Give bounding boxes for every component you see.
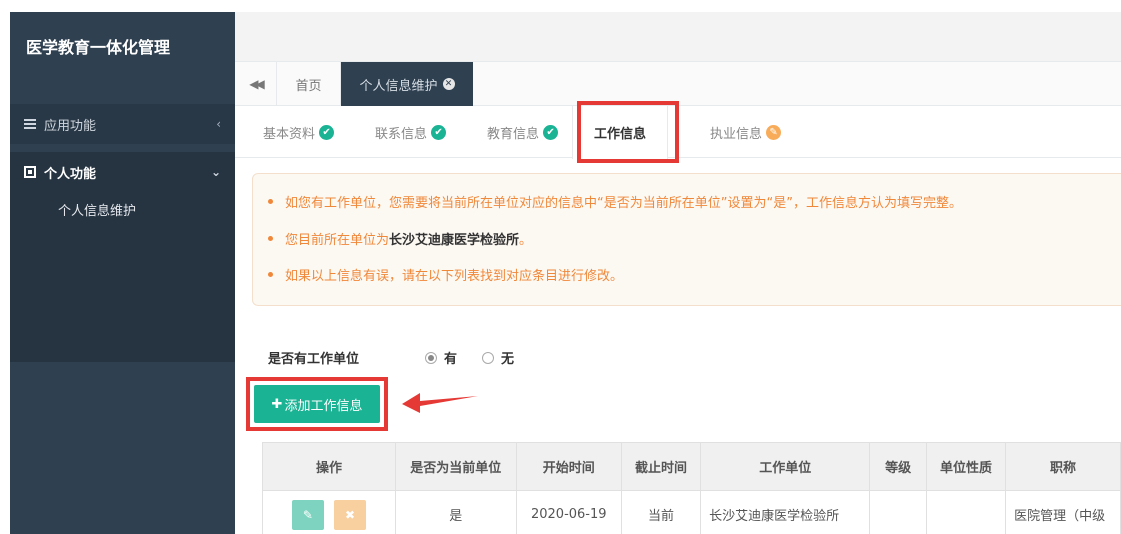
nav-group-label: 个人功能 xyxy=(44,166,97,182)
subtab-label: 教育信息 xyxy=(487,126,540,142)
col-header-start: 开始时间 xyxy=(515,442,622,491)
col-header-end: 截止时间 xyxy=(620,442,702,491)
row-actions: ✎ ✖ xyxy=(262,490,396,534)
info-subtabs: 基本资料 ✔ 联系信息 ✔ 教育信息 ✔ 工作信息 执业信息 ✎ xyxy=(235,106,1121,159)
col-header-nature: 单位性质 xyxy=(925,442,1007,491)
nav-group-head[interactable]: 个人功能 ⌄ xyxy=(10,152,235,192)
app-brand: 医学教育一体化管理 xyxy=(26,38,171,57)
cell-start-date: 2020-06-19 xyxy=(515,490,622,534)
close-icon[interactable]: ✕ xyxy=(442,78,455,90)
radio-has-unit-no[interactable]: 无 xyxy=(482,348,514,367)
page-tabs: ◀◀ 首页 个人信息维护 ✕ xyxy=(235,62,1121,106)
plus-icon: ✚ xyxy=(271,396,283,412)
tab-personal-info[interactable]: 个人信息维护 ✕ xyxy=(341,62,473,106)
col-header-action: 操作 xyxy=(262,442,396,491)
radio-label: 无 xyxy=(501,352,515,367)
subtab-education[interactable]: 教育信息 ✔ xyxy=(487,120,559,144)
pencil-icon: ✎ xyxy=(766,124,782,140)
check-icon: ✔ xyxy=(543,124,559,140)
cell-title: 医院管理（中级 xyxy=(1005,490,1121,534)
cell-end-date: 当前 xyxy=(620,490,702,534)
cell-level xyxy=(869,490,927,534)
sidebar: 医学教育一体化管理 应用功能 ‹ 个人功能 ⌄ 个人信息维护 xyxy=(10,12,235,534)
cell-is-current: 是 xyxy=(394,490,517,534)
arrow-annotation xyxy=(402,393,478,413)
sidebar-item-personal-info[interactable]: 个人信息维护 xyxy=(10,192,235,219)
col-header-unit: 工作单位 xyxy=(700,442,871,491)
table-header-row: 操作 是否为当前单位 开始时间 截止时间 工作单位 等级 单位性质 职称 xyxy=(262,442,1121,491)
radio-label: 有 xyxy=(444,352,458,367)
notice-suffix: 。 xyxy=(519,233,533,248)
notice-line: 如您有工作单位，您需要将当前所在单位对应的信息中“是否为当前所在单位”设置为“是… xyxy=(268,192,962,211)
col-header-is-current: 是否为当前单位 xyxy=(394,442,517,491)
delete-row-button[interactable]: ✖ xyxy=(334,499,367,530)
add-button-label: 添加工作信息 xyxy=(284,398,363,414)
has-work-unit-label: 是否有工作单位 xyxy=(268,352,360,367)
edit-row-button[interactable]: ✎ xyxy=(291,499,324,530)
radio-dot xyxy=(482,351,494,364)
notice-line: 您目前所在单位为长沙艾迪康医学检验所。 xyxy=(267,229,533,248)
radio-dot-selected xyxy=(425,351,437,364)
menu-icon xyxy=(24,119,36,129)
add-work-info-button[interactable]: ✚ 添加工作信息 xyxy=(254,385,380,423)
tab-personal-info-label: 个人信息维护 xyxy=(359,78,438,94)
check-icon: ✔ xyxy=(319,124,335,140)
chevron-left-icon: ‹ xyxy=(216,117,221,131)
arrow-left-icon xyxy=(402,393,478,413)
subtab-label: 执业信息 xyxy=(710,126,763,142)
notice-alert: 如您有工作单位，您需要将当前所在单位对应的信息中“是否为当前所在单位”设置为“是… xyxy=(252,173,1121,306)
nav-group-personal: 个人功能 ⌄ 个人信息维护 xyxy=(10,152,235,362)
tabs-back-icon[interactable]: ◀◀ xyxy=(235,62,277,106)
notice-line: 如果以上信息有误，请在以下列表找到对应条目进行修改。 xyxy=(267,265,623,284)
current-unit-name: 长沙艾迪康医学检验所 xyxy=(389,233,520,248)
subtab-label: 基本资料 xyxy=(263,126,316,142)
table-row: ✎ ✖ 是 2020-06-19 当前 长沙艾迪康医学检验所 医院管理（中级 xyxy=(262,490,1121,534)
subtab-contact[interactable]: 联系信息 ✔ xyxy=(375,120,447,144)
col-header-title: 职称 xyxy=(1005,442,1121,491)
radio-has-unit-yes[interactable]: 有 xyxy=(425,348,457,367)
cell-nature xyxy=(925,490,1007,534)
cell-work-unit: 长沙艾迪康医学检验所 xyxy=(700,490,871,534)
subtab-practice[interactable]: 执业信息 ✎ xyxy=(710,120,782,144)
nav-section-apps[interactable]: 应用功能 ‹ xyxy=(10,104,235,144)
user-card-icon xyxy=(24,166,36,178)
subtab-basic[interactable]: 基本资料 ✔ xyxy=(263,120,335,144)
col-header-level: 等级 xyxy=(869,442,927,491)
tab-home[interactable]: 首页 xyxy=(277,62,341,106)
check-icon: ✔ xyxy=(431,124,447,140)
subtab-label: 联系信息 xyxy=(375,126,428,142)
top-header xyxy=(235,12,1121,62)
chevron-down-icon: ⌄ xyxy=(210,165,221,179)
notice-prefix: 您目前所在单位为 xyxy=(285,233,390,248)
work-info-table: 操作 是否为当前单位 开始时间 截止时间 工作单位 等级 单位性质 职称 ✎ ✖… xyxy=(262,442,1121,534)
nav-section-label: 应用功能 xyxy=(44,118,97,134)
subtab-work[interactable]: 工作信息 xyxy=(572,106,668,159)
